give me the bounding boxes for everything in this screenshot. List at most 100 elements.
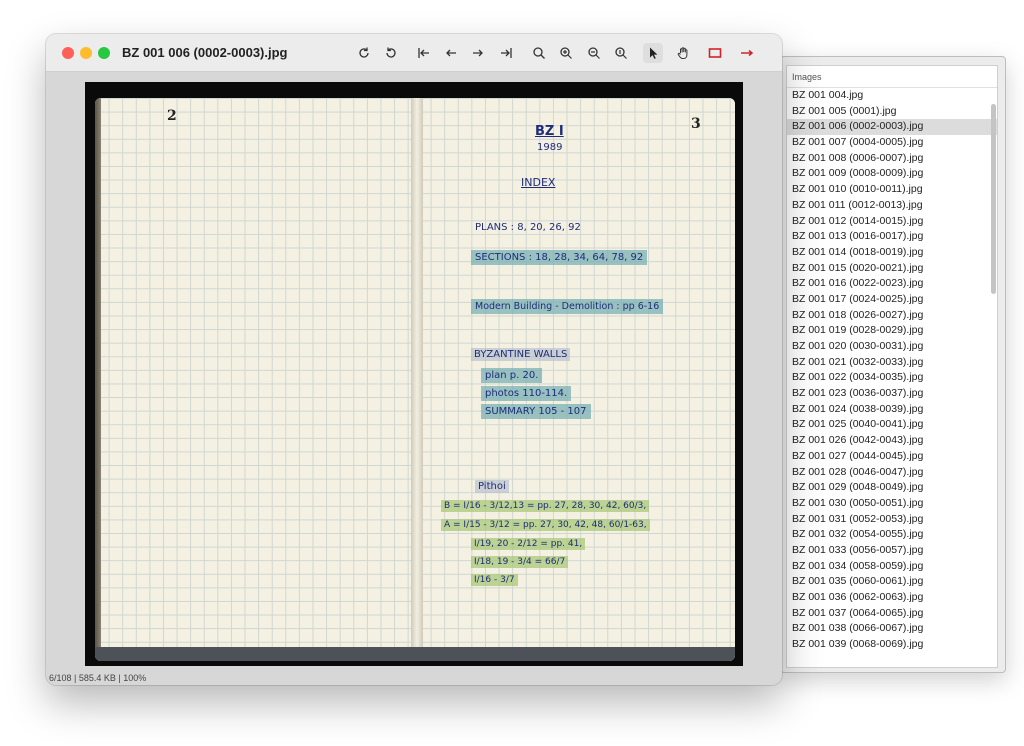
index-walls-plan: plan p. 20. <box>481 368 543 383</box>
zoom-fit-button[interactable] <box>529 43 549 63</box>
zoom-in-button[interactable] <box>556 43 576 63</box>
zoom-icon <box>533 47 545 59</box>
last-image-button[interactable] <box>496 43 516 63</box>
left-page <box>95 98 417 661</box>
left-page-number: 2 <box>167 108 177 124</box>
zoom-actual-size-icon <box>615 47 627 59</box>
image-list-item[interactable]: BZ 001 036 (0062-0063).jpg <box>787 590 997 606</box>
image-list-item[interactable]: BZ 001 014 (0018-0019).jpg <box>787 245 997 261</box>
right-page <box>417 98 735 661</box>
image-list-item[interactable]: BZ 001 033 (0056-0057).jpg <box>787 543 997 559</box>
image-list-item[interactable]: BZ 001 015 (0020-0021).jpg <box>787 261 997 277</box>
last-image-icon <box>501 48 512 58</box>
image-list-item[interactable]: BZ 001 034 (0058-0059).jpg <box>787 559 997 575</box>
index-pithoi-d: I/18, 19 - 3/4 = 66/7 <box>471 556 569 568</box>
previous-image-button[interactable] <box>441 43 461 63</box>
images-list-scrollbar[interactable] <box>991 104 996 294</box>
select-tool-button[interactable] <box>643 43 663 63</box>
image-list-item[interactable]: BZ 001 004.jpg <box>787 88 997 104</box>
image-list-item[interactable]: BZ 001 013 (0016-0017).jpg <box>787 229 997 245</box>
notebook-edge <box>95 98 101 661</box>
notebook-cover-edge <box>95 647 735 661</box>
previous-image-icon <box>446 49 456 57</box>
image-list-item[interactable]: BZ 001 008 (0006-0007).jpg <box>787 151 997 167</box>
image-list-item[interactable]: BZ 001 018 (0026-0027).jpg <box>787 308 997 324</box>
zoom-in-icon <box>560 47 572 59</box>
image-list-item[interactable]: BZ 001 011 (0012-0013).jpg <box>787 198 997 214</box>
image-list-item[interactable]: BZ 001 029 (0048-0049).jpg <box>787 480 997 496</box>
image-list-item[interactable]: BZ 001 037 (0064-0065).jpg <box>787 606 997 622</box>
image-list-item[interactable]: BZ 001 038 (0066-0067).jpg <box>787 621 997 637</box>
minimize-window-button[interactable] <box>80 47 92 59</box>
image-list-item[interactable]: BZ 001 021 (0032-0033).jpg <box>787 355 997 371</box>
rotate-clockwise-icon <box>359 47 369 58</box>
image-list-item[interactable]: BZ 001 023 (0036-0037).jpg <box>787 386 997 402</box>
titlebar: BZ 001 006 (0002-0003).jpg <box>46 34 782 72</box>
index-walls-summary: SUMMARY 105 - 107 <box>481 404 591 419</box>
index-walls-photos: photos 110-114. <box>481 386 572 401</box>
arrow-tool-button[interactable] <box>737 43 757 63</box>
index-plans: PLANS : 8, 20, 26, 92 <box>475 222 581 233</box>
hand-icon <box>677 47 688 59</box>
rotate-counterclockwise-button[interactable] <box>381 43 401 63</box>
notebook-heading: BZ I <box>535 124 564 139</box>
viewer-window: BZ 001 006 (0002-0003).jpg 2 3 BZ I 1989… <box>46 34 782 685</box>
image-list-item[interactable]: BZ 001 030 (0050-0051).jpg <box>787 496 997 512</box>
image-list-item[interactable]: BZ 001 005 (0001).jpg <box>787 104 997 120</box>
zoom-out-icon <box>588 47 600 59</box>
image-list-item[interactable]: BZ 001 012 (0014-0015).jpg <box>787 214 997 230</box>
image-list-item[interactable]: BZ 001 007 (0004-0005).jpg <box>787 135 997 151</box>
index-modern-building: Modern Building - Demolition : pp 6-16 <box>471 299 664 314</box>
image-list-item[interactable]: BZ 001 016 (0022-0023).jpg <box>787 276 997 292</box>
rotate-clockwise-button[interactable] <box>354 43 374 63</box>
right-page-number: 3 <box>691 116 701 132</box>
image-list-item[interactable]: BZ 001 025 (0040-0041).jpg <box>787 417 997 433</box>
image-list-item[interactable]: BZ 001 039 (0068-0069).jpg <box>787 637 997 653</box>
index-pithoi: Pithoi <box>475 480 509 493</box>
arrow-icon <box>741 49 754 57</box>
image-list-item[interactable]: BZ 001 032 (0054-0055).jpg <box>787 527 997 543</box>
index-pithoi-e: I/16 - 3/7 <box>471 574 518 586</box>
image-list-item[interactable]: BZ 001 031 (0052-0053).jpg <box>787 512 997 528</box>
image-list-item[interactable]: BZ 001 027 (0044-0045).jpg <box>787 449 997 465</box>
close-window-button[interactable] <box>62 47 74 59</box>
index-sections: SECTIONS : 18, 28, 34, 64, 78, 92 <box>471 250 648 265</box>
zoom-window-button[interactable] <box>98 47 110 59</box>
image-list-item[interactable]: BZ 001 017 (0024-0025).jpg <box>787 292 997 308</box>
status-bar: 6/108 | 585.4 KB | 100% <box>49 673 147 683</box>
zoom-actual-size-button[interactable] <box>611 43 631 63</box>
image-list-item[interactable]: BZ 001 020 (0030-0031).jpg <box>787 339 997 355</box>
image-list-item[interactable]: BZ 001 009 (0008-0009).jpg <box>787 166 997 182</box>
index-pithoi-c: I/19, 20 - 2/12 = pp. 41, <box>471 538 586 550</box>
rectangle-tool-button[interactable] <box>705 43 725 63</box>
next-image-button[interactable] <box>468 43 488 63</box>
index-pithoi-a: A = I/15 - 3/12 = pp. 27, 30, 42, 48, 60… <box>441 519 650 531</box>
image-list-item[interactable]: BZ 001 006 (0002-0003).jpg <box>787 119 997 136</box>
image-list-item[interactable]: BZ 001 024 (0038-0039).jpg <box>787 402 997 418</box>
first-image-button[interactable] <box>414 43 434 63</box>
images-list-container: Images BZ 001 004.jpg BZ 001 005 (0001).j… <box>786 65 998 668</box>
next-image-icon <box>473 49 483 57</box>
image-list-item[interactable]: BZ 001 028 (0046-0047).jpg <box>787 465 997 481</box>
image-list-item[interactable]: BZ 001 026 (0042-0043).jpg <box>787 433 997 449</box>
index-pithoi-b: B = I/16 - 3/12,13 = pp. 27, 28, 30, 42,… <box>441 500 650 512</box>
notebook-year: 1989 <box>537 142 563 153</box>
rotate-counterclockwise-icon <box>386 47 396 58</box>
window-title: BZ 001 006 (0002-0003).jpg <box>122 45 288 60</box>
image-list-item[interactable]: BZ 001 022 (0034-0035).jpg <box>787 370 997 386</box>
index-byzantine-walls: BYZANTINE WALLS <box>471 348 571 361</box>
rectangle-icon <box>708 48 722 58</box>
notebook-scan: 2 3 BZ I 1989 INDEX PLANS : 8, 20, 26, 9… <box>95 98 735 661</box>
pointer-icon <box>650 47 658 59</box>
notebook-index-heading: INDEX <box>521 176 556 189</box>
zoom-out-button[interactable] <box>584 43 604 63</box>
image-list-item[interactable]: BZ 001 035 (0060-0061).jpg <box>787 574 997 590</box>
notebook-spine <box>411 98 423 661</box>
image-list-item[interactable]: BZ 001 010 (0010-0011).jpg <box>787 182 997 198</box>
images-panel: Images BZ 001 004.jpg BZ 001 005 (0001).j… <box>780 56 1006 673</box>
image-canvas[interactable]: 2 3 BZ I 1989 INDEX PLANS : 8, 20, 26, 9… <box>85 82 743 666</box>
images-list: BZ 001 004.jpg BZ 001 005 (0001).jpg BZ 00… <box>787 88 997 653</box>
pan-tool-button[interactable] <box>673 43 693 63</box>
images-panel-header: Images <box>787 66 997 88</box>
image-list-item[interactable]: BZ 001 019 (0028-0029).jpg <box>787 323 997 339</box>
